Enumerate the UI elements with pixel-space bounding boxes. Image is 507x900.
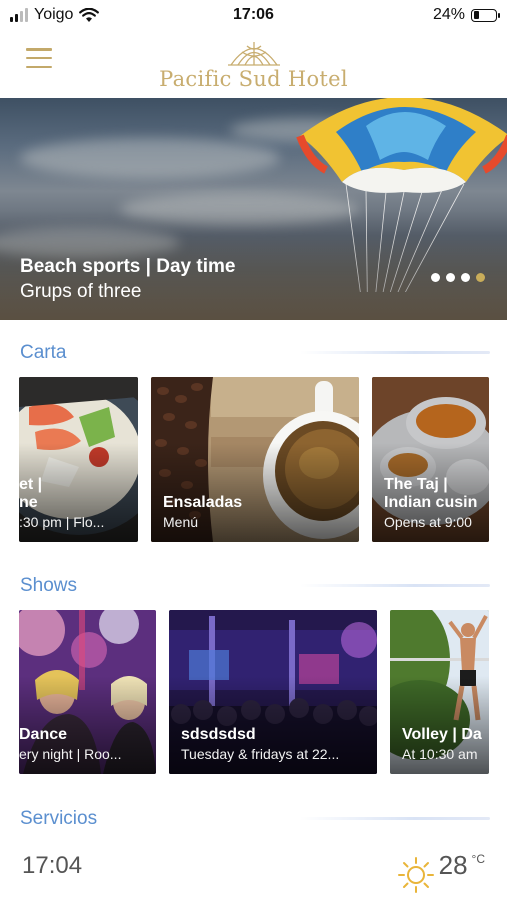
card-subtitle: At 10:30 am (402, 746, 478, 762)
weather-widget: 28 °C (397, 850, 485, 894)
shows-card-1[interactable]: Dance ery night | Roo... (19, 610, 156, 774)
hotel-name: Pacific Sud Hotel (159, 67, 348, 91)
battery-percent: 24% (432, 6, 465, 23)
card-title: The Taj | (384, 476, 448, 493)
shows-card-3[interactable]: Volley | Da At 10:30 am (390, 610, 489, 774)
local-time: 17:04 (22, 852, 83, 879)
section-divider (300, 817, 490, 820)
temperature: 28 (438, 850, 468, 880)
section-divider (300, 351, 490, 354)
section-title-carta: Carta (20, 342, 67, 363)
card-title: Ensaladas (163, 494, 243, 511)
card-title: sdsdsdsd (181, 726, 256, 743)
hotel-logo: Pacific Sud Hotel (0, 38, 507, 91)
section-title-servicios: Servicios (20, 808, 98, 829)
carousel-dot-active[interactable] (476, 273, 485, 282)
hero-carousel[interactable]: Beach sports | Day time Grups of three (0, 98, 507, 320)
card-subtitle: :30 pm | Flo... (19, 514, 105, 530)
section-divider (300, 584, 490, 587)
card-title-line2: ne (19, 494, 38, 511)
app-header: Pacific Sud Hotel (0, 32, 507, 98)
carousel-dot[interactable] (461, 273, 470, 282)
battery-fill (473, 11, 479, 19)
card-subtitle: ery night | Roo... (19, 746, 122, 762)
hero-subtitle: Grups of three (20, 281, 142, 302)
card-title: Volley | Da (402, 726, 482, 743)
sun-icon (397, 857, 434, 893)
carousel-dot[interactable] (446, 273, 455, 282)
card-title-line2: Indian cusin (384, 494, 478, 511)
logo-mark-icon (227, 42, 280, 66)
status-time: 17:06 (233, 6, 274, 23)
status-right: 24% (432, 6, 500, 24)
card-title: Dance (19, 726, 68, 743)
section-title-shows: Shows (20, 575, 78, 596)
temperature-unit: °C (471, 852, 485, 866)
carousel-indicator (431, 273, 485, 282)
carta-card-1[interactable]: et | ne :30 pm | Flo... (19, 377, 138, 542)
status-bar: Yoigo 17:06 24% (0, 0, 507, 32)
card-subtitle: Opens at 9:00 (384, 514, 472, 530)
card-subtitle: Tuesday & fridays at 22... (181, 746, 340, 762)
card-subtitle: Menú (163, 514, 199, 530)
hero-title: Beach sports | Day time (20, 256, 236, 277)
shows-card-2[interactable]: sdsdsdsd Tuesday & fridays at 22... (169, 610, 377, 774)
carta-card-2[interactable]: Ensaladas Menú (151, 377, 359, 542)
carta-card-3[interactable]: The Taj | Indian cusin Opens at 9:00 (372, 377, 489, 542)
card-title: et | (19, 476, 43, 493)
battery-icon (471, 8, 500, 22)
carousel-dot[interactable] (431, 273, 440, 282)
